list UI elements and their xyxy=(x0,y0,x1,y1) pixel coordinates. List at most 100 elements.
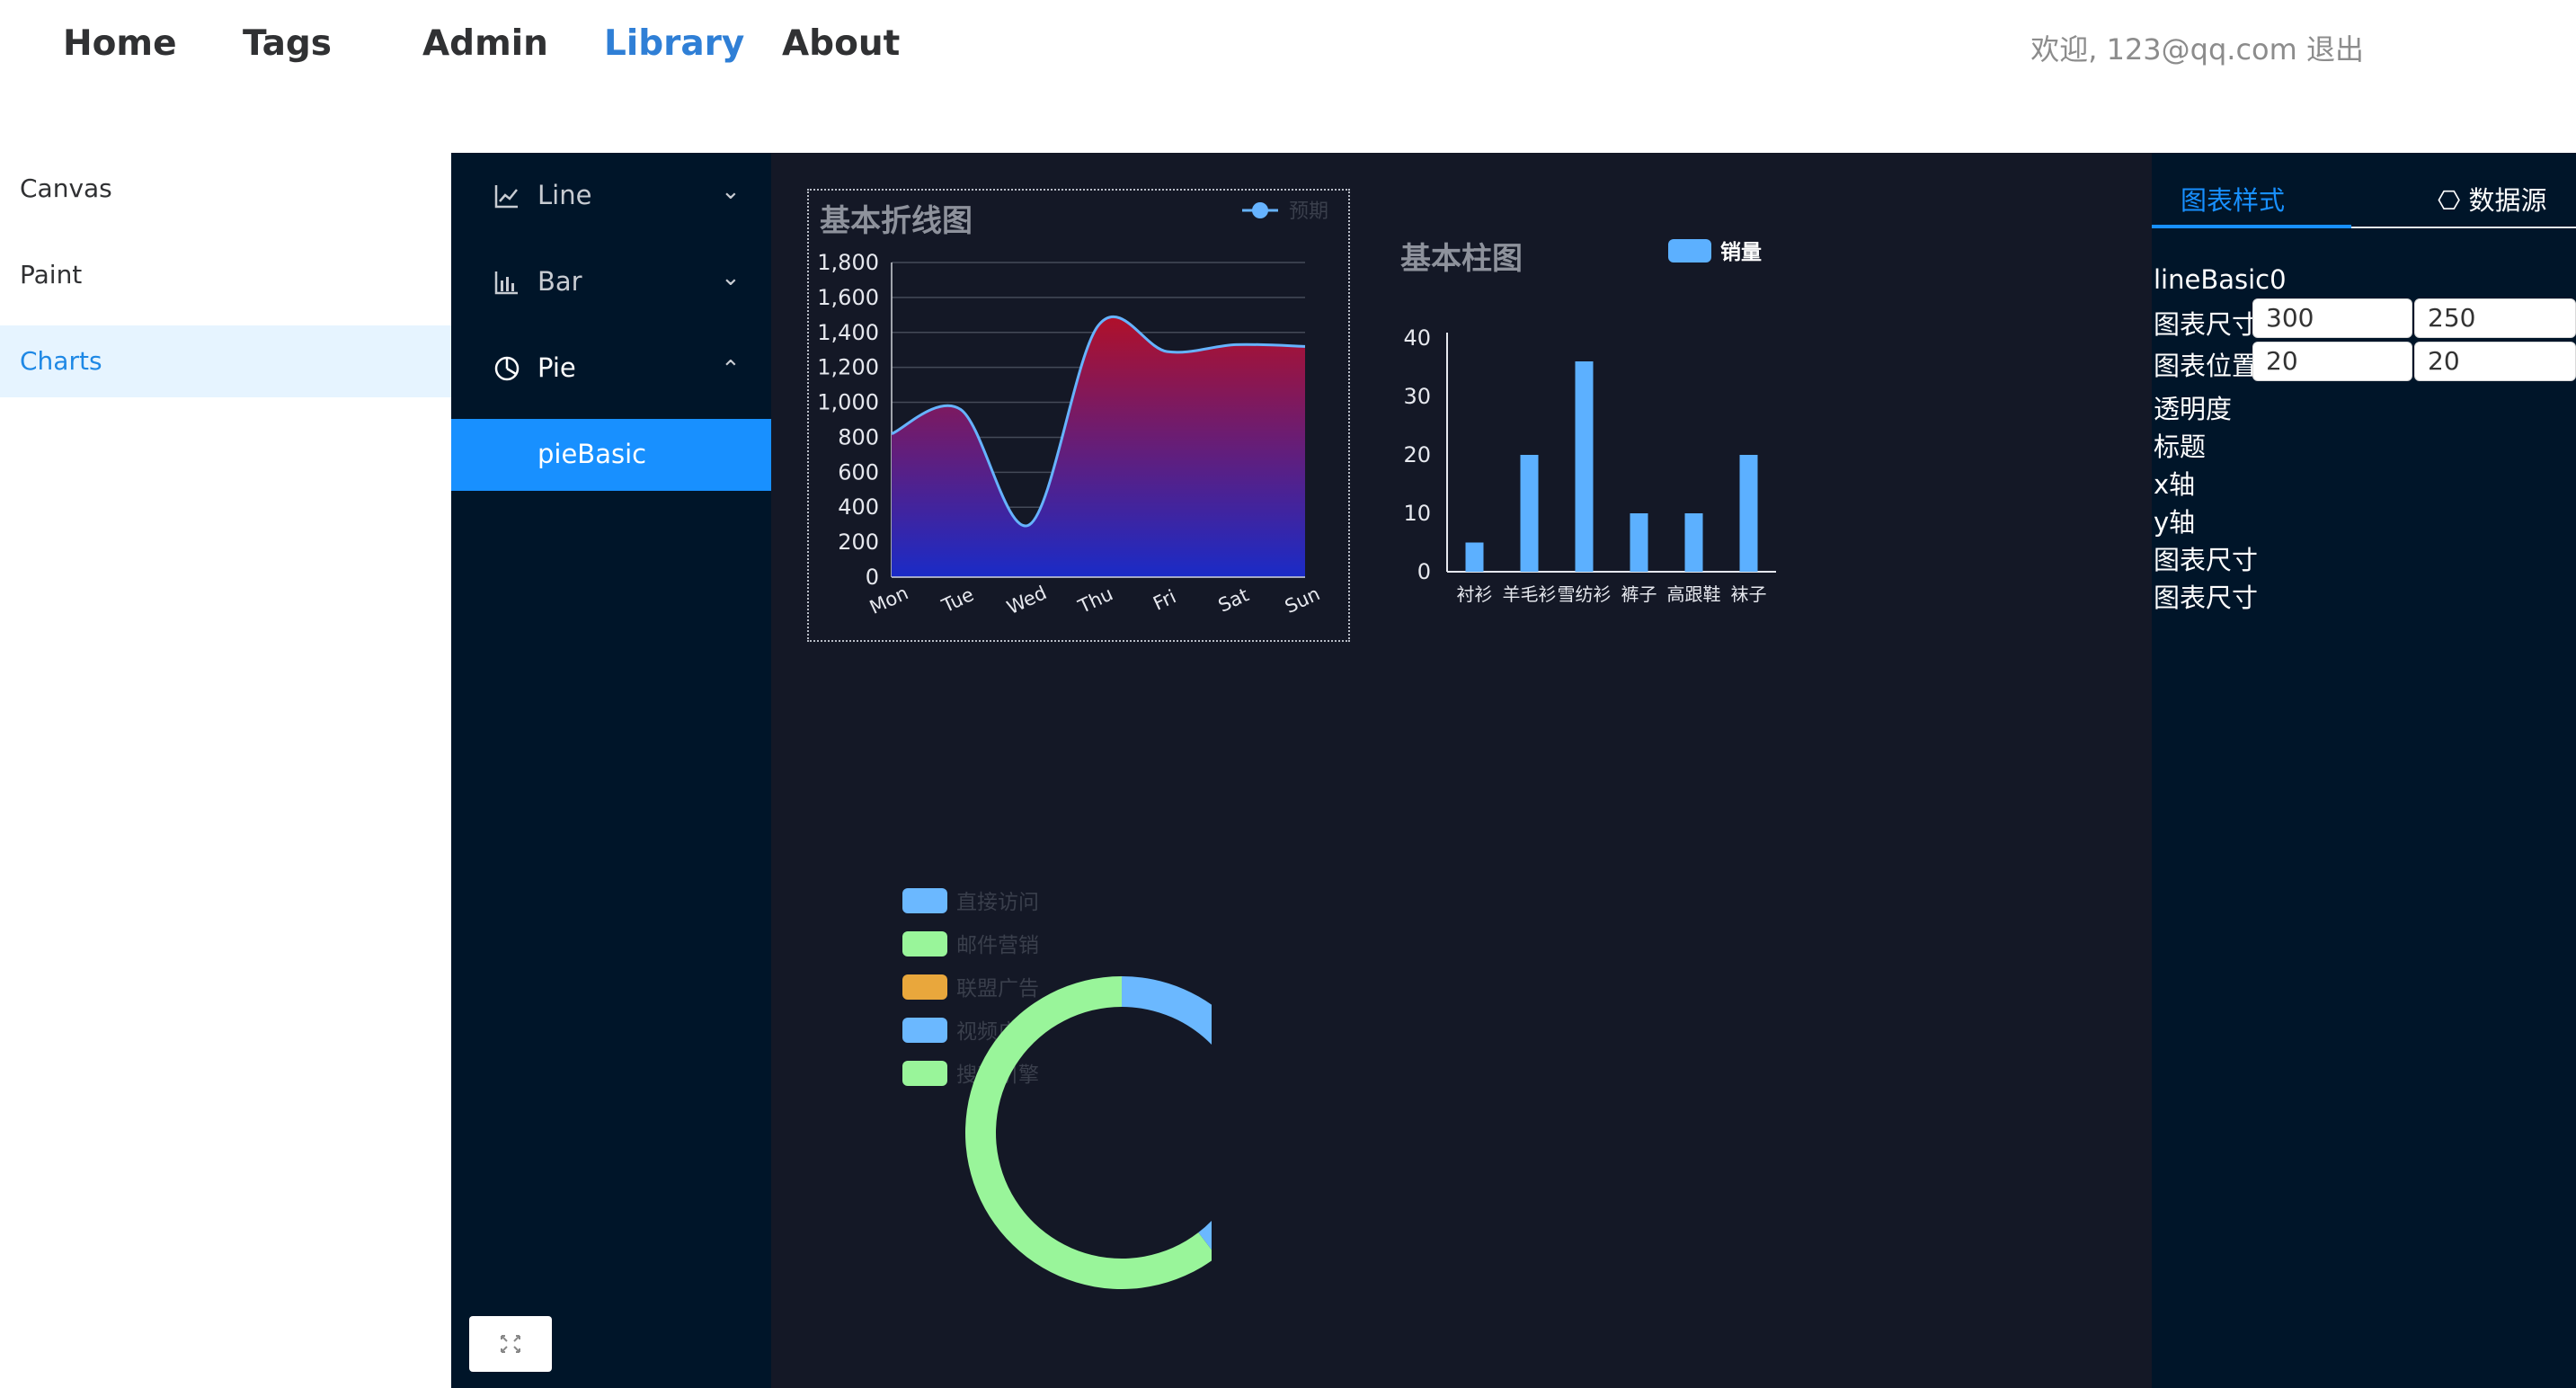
y-tick-label: 10 xyxy=(1403,501,1431,526)
nav-admin[interactable]: Admin xyxy=(422,23,548,64)
y-tick-label: 600 xyxy=(838,459,879,485)
pos-y-input[interactable]: 20 xyxy=(2414,342,2576,381)
legend-label: 销量 xyxy=(1720,241,1762,264)
legend-label: 联盟广告 xyxy=(956,977,1039,1001)
x-tick-label: 羊毛衫 xyxy=(1503,583,1557,602)
line-chart-card[interactable]: 基本折线图 0 200 400 600 800 1,000 1,200 1,400 1,600 1… xyxy=(807,189,1350,642)
bar xyxy=(1630,513,1648,572)
component-sidebar: Line ⌄ Bar ⌄ Pie ⌃ pieBasic xyxy=(451,153,771,1388)
fullscreen-button[interactable] xyxy=(469,1316,552,1372)
tab-chart-style[interactable]: 图表样式 xyxy=(2181,180,2285,218)
properties-panel: 图表样式 ⎔ 数据源 lineBasic0 图表尺寸 300 250 图表位置 … xyxy=(2152,153,2576,1388)
opacity-label[interactable]: 透明度 xyxy=(2154,388,2232,426)
group-bar-label: Bar xyxy=(537,266,582,297)
chevron-down-icon: ⌄ xyxy=(721,264,741,291)
y-tick-label: 1,200 xyxy=(817,355,879,380)
size-label: 图表尺寸 xyxy=(2154,309,2259,340)
pos-x-input[interactable]: 20 xyxy=(2252,342,2412,381)
x-tick-label: Fri xyxy=(1150,585,1179,614)
bar-chart-icon xyxy=(494,271,518,295)
y-tick-label: 800 xyxy=(838,424,879,449)
group-bar[interactable]: Bar ⌄ xyxy=(451,246,771,318)
x-tick-label: 袜子 xyxy=(1731,583,1767,602)
x-tick-label: 衬衫 xyxy=(1457,583,1493,602)
nav-tags[interactable]: Tags xyxy=(243,23,332,64)
group-line-label: Line xyxy=(537,180,592,210)
y-tick-label: 40 xyxy=(1403,325,1431,351)
legend-label: 邮件营销 xyxy=(956,934,1039,957)
legend-label: 直接访问 xyxy=(956,891,1039,914)
user-area: 欢迎, 123@qq.com 退出 xyxy=(2030,27,2364,68)
tab-data-source-label: 数据源 xyxy=(2468,185,2547,216)
left-menu: Canvas Paint Charts xyxy=(0,153,451,397)
chevron-up-icon: ⌃ xyxy=(721,356,741,383)
menu-item-paint[interactable]: Paint xyxy=(0,239,451,311)
tab-data-source[interactable]: ⎔ 数据源 xyxy=(2438,180,2547,218)
group-pie[interactable]: Pie ⌃ xyxy=(451,333,771,405)
x-tick-label: Tue xyxy=(937,583,977,617)
x-tick-label: 雪纺衫 xyxy=(1558,583,1612,602)
size-label-2[interactable]: 图表尺寸 xyxy=(2154,539,2258,577)
nav-about[interactable]: About xyxy=(782,23,900,64)
x-tick-label: 裤子 xyxy=(1621,583,1657,602)
position-label: 图表位置 xyxy=(2154,351,2259,381)
x-tick-label: Wed xyxy=(1004,582,1051,618)
bar-chart-card[interactable]: 基本柱图 0 10 20 30 40 衬衫 羊毛衫 雪纺衫 裤子 高跟鞋 袜子 销量 xyxy=(1400,225,1868,602)
bar xyxy=(1739,455,1758,572)
legend-swatch xyxy=(1668,239,1711,262)
x-tick-label: Thu xyxy=(1074,583,1116,618)
legend-swatch xyxy=(902,1061,947,1086)
bar xyxy=(1465,542,1484,572)
item-piebasic-label: pieBasic xyxy=(537,439,647,469)
pie-chart-icon xyxy=(494,356,520,381)
bar xyxy=(1520,455,1539,572)
y-tick-label: 1,800 xyxy=(817,250,879,275)
area-fill xyxy=(892,316,1305,577)
bar xyxy=(1575,361,1594,572)
chevron-down-icon: ⌄ xyxy=(721,178,741,205)
y-tick-label: 1,000 xyxy=(817,390,879,415)
y-tick-label: 0 xyxy=(1417,559,1431,584)
y-tick-label: 0 xyxy=(866,565,879,590)
legend-swatch xyxy=(902,888,947,913)
line-chart: 02004006008001,0001,2001,4001,6001,800Mo… xyxy=(817,200,1328,618)
y-tick-label: 1,600 xyxy=(817,285,879,310)
x-tick-label: 高跟鞋 xyxy=(1667,583,1721,602)
pie-chart: 直接访问邮件营销联盟广告视频广告搜索引擎 xyxy=(902,888,1212,1289)
y-tick-label: 200 xyxy=(838,529,879,555)
item-piebasic[interactable]: pieBasic xyxy=(451,419,771,491)
fullscreen-icon xyxy=(501,1335,520,1353)
pie-slice xyxy=(1122,976,1212,1045)
legend-marker xyxy=(1252,202,1268,218)
y-tick-label: 20 xyxy=(1403,442,1431,467)
chart-canvas: 基本折线图 0 200 400 600 800 1,000 1,200 1,400 1,600 1… xyxy=(771,153,2152,1388)
android-icon: ⎔ xyxy=(2438,185,2461,216)
width-input[interactable]: 300 xyxy=(2252,298,2412,338)
menu-item-canvas[interactable]: Canvas xyxy=(0,153,451,225)
logout-link[interactable]: 退出 xyxy=(2306,32,2364,67)
welcome-text: 欢迎, 123@qq.com xyxy=(2030,32,2297,67)
legend-swatch xyxy=(902,1018,947,1043)
pie-chart-card[interactable]: 直接访问邮件营销联盟广告视频广告搜索引擎 xyxy=(852,737,1212,1312)
legend-label: 预期 xyxy=(1289,200,1328,223)
x-tick-label: Sat xyxy=(1215,584,1252,617)
menu-item-charts[interactable]: Charts xyxy=(0,325,451,397)
bar xyxy=(1684,513,1703,572)
title-label[interactable]: 标题 xyxy=(2154,426,2206,464)
yaxis-label[interactable]: y轴 xyxy=(2154,502,2195,539)
nav-library[interactable]: Library xyxy=(604,23,744,64)
x-tick-label: Sun xyxy=(1282,583,1323,618)
group-line[interactable]: Line ⌄ xyxy=(451,160,771,232)
tab-chart-style-label: 图表样式 xyxy=(2181,185,2286,216)
bar-chart: 0 10 20 30 40 衬衫 羊毛衫 雪纺衫 裤子 高跟鞋 袜子 销量 xyxy=(1403,239,1776,602)
y-tick-label: 1,400 xyxy=(817,320,879,345)
tab-active-indicator xyxy=(2152,225,2351,228)
legend-swatch xyxy=(902,931,947,956)
height-input[interactable]: 250 xyxy=(2414,298,2576,338)
xaxis-label[interactable]: x轴 xyxy=(2154,464,2195,502)
nav-home[interactable]: Home xyxy=(63,23,177,64)
size-label-3[interactable]: 图表尺寸 xyxy=(2154,577,2258,615)
top-navbar: Home Tags Admin Library About 欢迎, 123@qq… xyxy=(0,0,2576,90)
y-tick-label: 400 xyxy=(838,494,879,520)
line-chart-icon xyxy=(494,185,518,209)
